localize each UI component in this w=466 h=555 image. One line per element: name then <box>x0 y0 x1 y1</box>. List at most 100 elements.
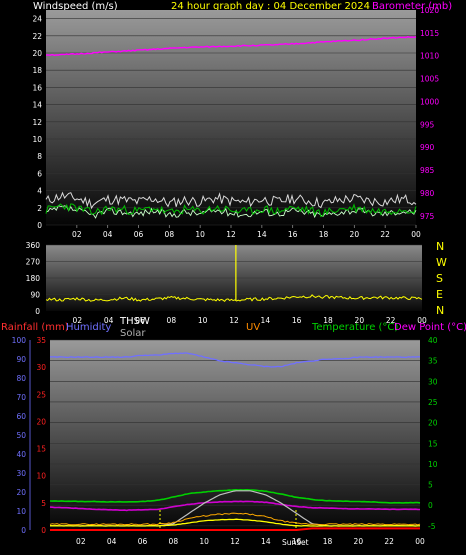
x-tick-label: 20 <box>350 230 360 239</box>
x-tick-label: 16 <box>292 316 302 325</box>
direction-tick-label: 270 <box>26 258 41 267</box>
barometer-tick-label: 980 <box>420 189 435 198</box>
x-tick-label: 08 <box>169 537 179 546</box>
temperature-ticks: -5 0 5 10 15 20 25 30 35 40 <box>428 336 438 531</box>
temperature-tick-label: 5 <box>428 481 433 490</box>
temperature-tick-label: 20 <box>428 419 438 428</box>
windspeed-tick-label: 24 <box>32 15 42 24</box>
windspeed-ticks: 024681012141618202224 <box>32 15 42 230</box>
x-tick-label: 18 <box>323 537 333 546</box>
x-tick-label: 20 <box>354 537 364 546</box>
windspeed-tick-label: 8 <box>37 152 42 161</box>
top-panel-background <box>46 10 416 225</box>
temperature-tick-label: 15 <box>428 439 438 448</box>
temperature-tick-label: -5 <box>428 522 436 531</box>
barometer-tick-label: 975 <box>420 212 435 221</box>
temperature-tick-label: 30 <box>428 377 438 386</box>
x-tick-label: 10 <box>198 316 208 325</box>
x-tick-label: 12 <box>226 230 236 239</box>
x-tick-label: 08 <box>165 230 175 239</box>
direction-tick-label: 0 <box>35 307 40 316</box>
x-tick-label: 02 <box>76 537 86 546</box>
barometer-tick-label: 1020 <box>420 6 439 15</box>
uv-legend-label: UV <box>246 322 260 333</box>
x-tick-label: 00 <box>415 537 425 546</box>
barometer-tick-label: 1000 <box>420 97 439 106</box>
top-panel: 024681012141618202224 975980985990995100… <box>32 6 439 239</box>
barometer-tick-label: 1015 <box>420 29 439 38</box>
x-tick-label: 04 <box>107 537 117 546</box>
barometer-tick-label: 990 <box>420 143 435 152</box>
humidity-tick-label: 80 <box>16 374 26 383</box>
x-tick-label: 06 <box>134 230 144 239</box>
x-tick-label: 22 <box>384 537 394 546</box>
windspeed-tick-label: 0 <box>37 221 42 230</box>
x-tick-label: 14 <box>261 316 271 325</box>
barometer-tick-label: 995 <box>420 120 435 129</box>
temperature-tick-label: 40 <box>428 336 438 345</box>
x-tick-label: 22 <box>380 230 390 239</box>
rainfall-tick-label: 10 <box>36 472 46 481</box>
barometer-tick-label: 1010 <box>420 52 439 61</box>
rainfall-tick-label: 25 <box>36 390 46 399</box>
humidity-axis-label: Humidity <box>66 322 111 333</box>
x-tick-label: 10 <box>199 537 209 546</box>
compass-labels: N W S E N <box>436 240 447 317</box>
thsw-legend-label: THSW <box>119 316 150 327</box>
direction-tick-label: 90 <box>30 291 40 300</box>
humidity-tick-label: 100 <box>12 336 27 345</box>
windspeed-tick-label: 22 <box>32 32 42 41</box>
humidity-tick-label: 20 <box>16 488 26 497</box>
windspeed-tick-label: 14 <box>32 101 42 110</box>
windspeed-tick-label: 2 <box>37 204 42 213</box>
x-tick-label: 04 <box>103 230 113 239</box>
barometer-tick-label: 1005 <box>420 75 439 84</box>
x-tick-label: 00 <box>411 230 421 239</box>
temperature-tick-label: 10 <box>428 460 438 469</box>
humidity-tick-label: 10 <box>16 507 26 516</box>
windspeed-tick-label: 18 <box>32 66 42 75</box>
rainfall-tick-label: 0 <box>41 526 46 535</box>
rainfall-tick-label: 20 <box>36 417 46 426</box>
temperature-tick-label: 25 <box>428 398 438 407</box>
temperature-tick-label: 0 <box>428 501 433 510</box>
bottom-panel: 0102030405060708090100 05101520253035 -5… <box>12 336 438 547</box>
compass-w: W <box>436 256 447 269</box>
top-x-ticks: 02 04 06 08 10 12 14 16 18 20 22 00 <box>72 225 421 239</box>
humidity-tick-label: 30 <box>16 469 26 478</box>
x-tick-label: 02 <box>72 230 82 239</box>
sunset-label: SunSet <box>282 538 309 547</box>
rainfall-tick-label: 30 <box>36 363 46 372</box>
x-tick-label: 16 <box>288 230 298 239</box>
x-tick-label: 14 <box>261 537 271 546</box>
x-tick-label: 06 <box>138 537 148 546</box>
temperature-axis-label: Temperature (°C) <box>311 322 398 333</box>
barometer-tick-label: 985 <box>420 166 435 175</box>
humidity-tick-label: 50 <box>16 431 26 440</box>
rainfall-tick-label: 5 <box>41 499 46 508</box>
direction-tick-label: 180 <box>26 274 41 283</box>
weather-24h-chart: Windspeed (m/s) 24 hour graph day : 04 D… <box>1 1 466 547</box>
dewpoint-axis-label: Dew Point (°C) <box>394 322 466 333</box>
x-tick-label: 08 <box>167 316 177 325</box>
rainfall-axis-label: Rainfall (mm) <box>1 322 69 333</box>
x-tick-label: 14 <box>257 230 267 239</box>
middle-panel: 090180270360 02 04 06 08 10 12 14 16 18 20 22 00 N … <box>26 240 447 325</box>
windspeed-tick-label: 4 <box>37 187 42 196</box>
x-tick-label: 18 <box>319 230 329 239</box>
x-tick-label: 12 <box>230 537 240 546</box>
barometer-ticks: 975 980 985 990 995 1000 1005 1010 1015 1020 <box>420 6 439 221</box>
solar-legend-label: Solar <box>120 328 146 339</box>
rainfall-ticks: 0 5 10 15 20 25 30 35 <box>36 336 46 535</box>
humidity-tick-label: 0 <box>21 526 26 535</box>
humidity-tick-label: 70 <box>16 393 26 402</box>
rainfall-tick-label: 35 <box>36 336 46 345</box>
compass-n-top: N <box>436 240 444 253</box>
rainfall-tick-label: 15 <box>36 445 46 454</box>
temperature-tick-label: 35 <box>428 357 438 366</box>
humidity-tick-label: 40 <box>16 450 26 459</box>
compass-n-bottom: N <box>436 304 444 317</box>
direction-tick-label: 360 <box>26 241 41 250</box>
bottom-x-ticks: 02 04 06 08 10 12 14 16 18 20 22 00 <box>76 537 425 546</box>
compass-e: E <box>436 288 443 301</box>
